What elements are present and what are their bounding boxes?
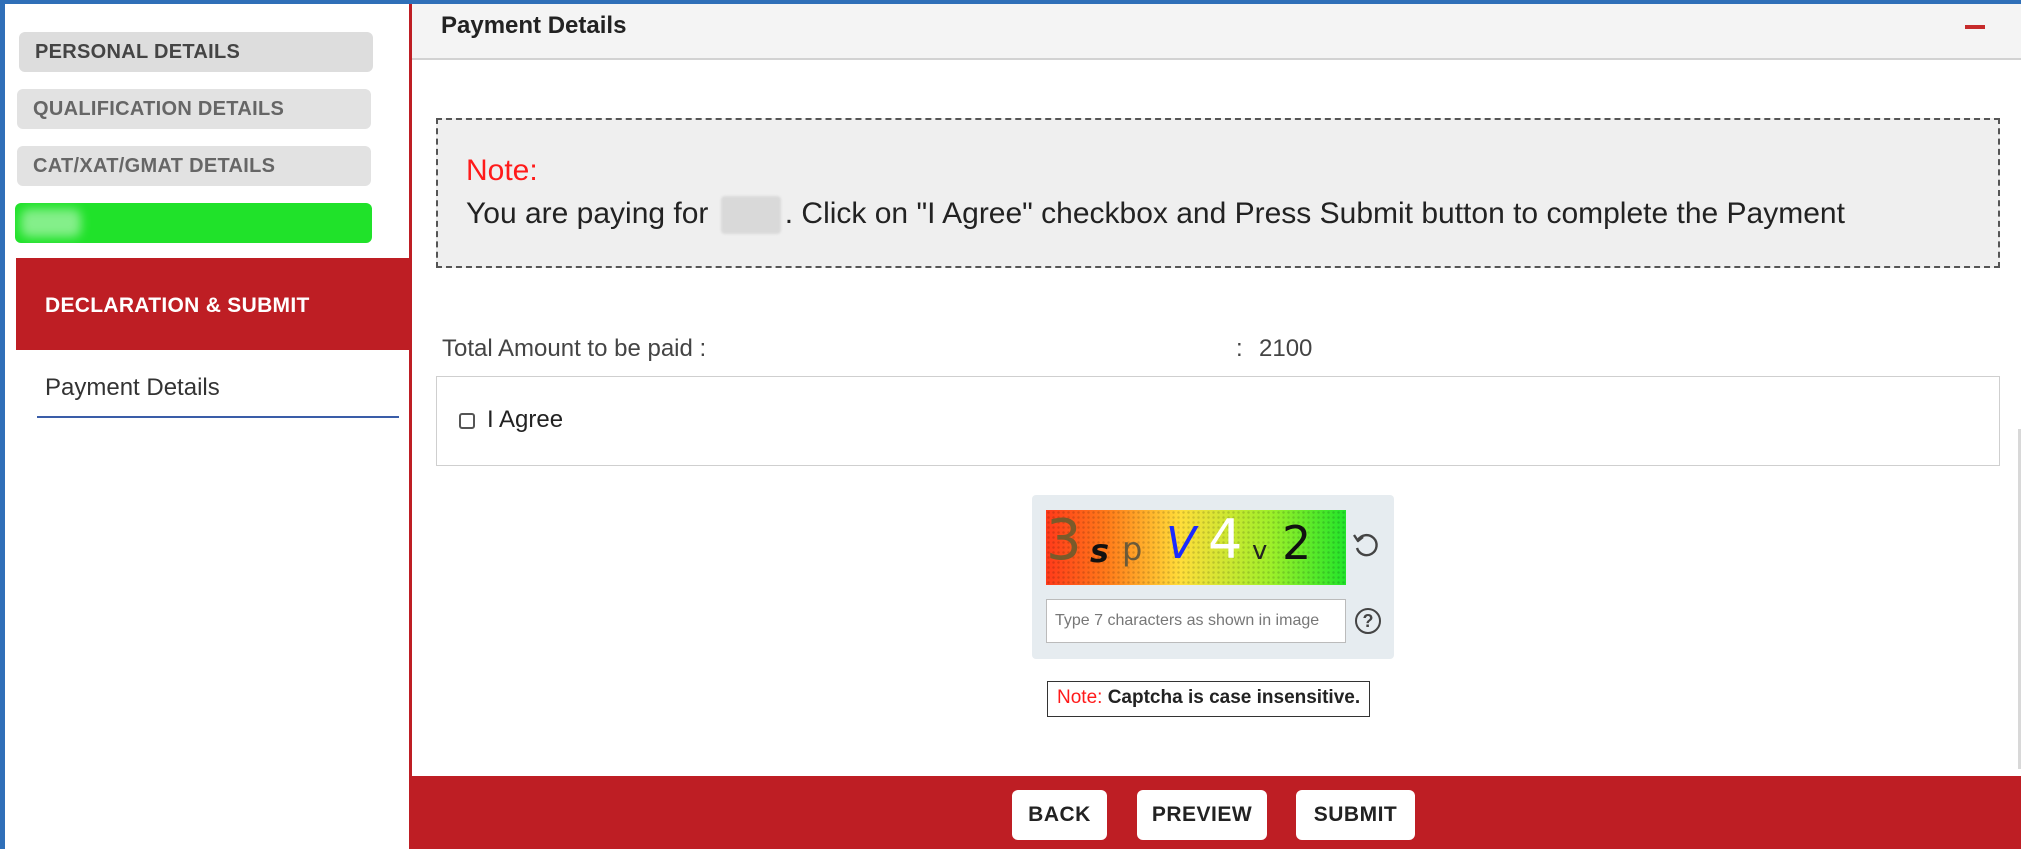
footer-bar: BACK PREVIEW SUBMIT	[412, 776, 2021, 849]
captcha-char: 2	[1282, 516, 1312, 570]
captcha-image: 3 s p V 4 v 2	[1046, 510, 1346, 585]
redacted-program-name	[720, 196, 781, 234]
sidebar-item-redacted[interactable]	[15, 203, 372, 243]
sidebar: PERSONAL DETAILS QUALIFICATION DETAILS C…	[7, 4, 418, 849]
captcha-char: V	[1166, 518, 1197, 569]
main-content: Payment Details Note: You are paying for…	[409, 4, 2021, 849]
redacted-blur	[21, 209, 81, 237]
captcha-note: Note: Captcha is case insensitive.	[1047, 681, 1371, 717]
note-text-after: . Click on "I Agree" checkbox and Press …	[784, 196, 1845, 230]
sidebar-item-cat-xat-gmat-details[interactable]: CAT/XAT/GMAT DETAILS	[17, 146, 371, 186]
note-text-before: You are paying for	[466, 196, 709, 230]
captcha-input[interactable]	[1046, 599, 1346, 643]
captcha-char: p	[1122, 530, 1143, 568]
captcha-note-prefix: Note:	[1057, 687, 1103, 708]
note-text: You are paying for . Click on "I Agree" …	[466, 196, 1845, 234]
captcha-char: 3	[1046, 510, 1082, 573]
help-icon[interactable]: ?	[1355, 608, 1381, 634]
captcha-note-text: Captcha is case insensitive.	[1107, 687, 1361, 708]
i-agree-checkbox[interactable]	[459, 413, 475, 429]
sidebar-bottom-panel	[7, 350, 409, 849]
captcha-panel: 3 s p V 4 v 2 ?	[1032, 495, 1394, 659]
panel-title: Payment Details	[441, 12, 627, 39]
payment-note-box: Note: You are paying for . Click on "I A…	[436, 118, 2000, 268]
total-amount-separator: :	[1236, 335, 1243, 362]
refresh-icon[interactable]	[1352, 531, 1380, 559]
window-frame-left	[0, 0, 5, 849]
note-title: Note:	[466, 154, 538, 187]
captcha-char: s	[1090, 532, 1110, 570]
preview-button[interactable]: PREVIEW	[1137, 790, 1267, 840]
captcha-char: v	[1252, 536, 1268, 566]
sidebar-item-personal-details[interactable]: PERSONAL DETAILS	[19, 32, 373, 72]
submit-button[interactable]: SUBMIT	[1296, 790, 1415, 840]
sidebar-item-declaration-submit[interactable]: DECLARATION & SUBMIT	[45, 294, 310, 318]
total-amount-value: 2100	[1259, 335, 1313, 362]
panel-header[interactable]: Payment Details	[412, 4, 2021, 60]
collapse-icon[interactable]	[1965, 25, 1985, 29]
agree-section: I Agree	[436, 376, 2000, 466]
back-button[interactable]: BACK	[1012, 790, 1107, 840]
total-amount-label: Total Amount to be paid :	[442, 335, 707, 362]
sidebar-subitem-payment-details[interactable]: Payment Details	[37, 374, 399, 418]
i-agree-label[interactable]: I Agree	[487, 406, 563, 434]
captcha-char: 4	[1208, 510, 1243, 571]
sidebar-item-qualification-details[interactable]: QUALIFICATION DETAILS	[17, 89, 371, 129]
